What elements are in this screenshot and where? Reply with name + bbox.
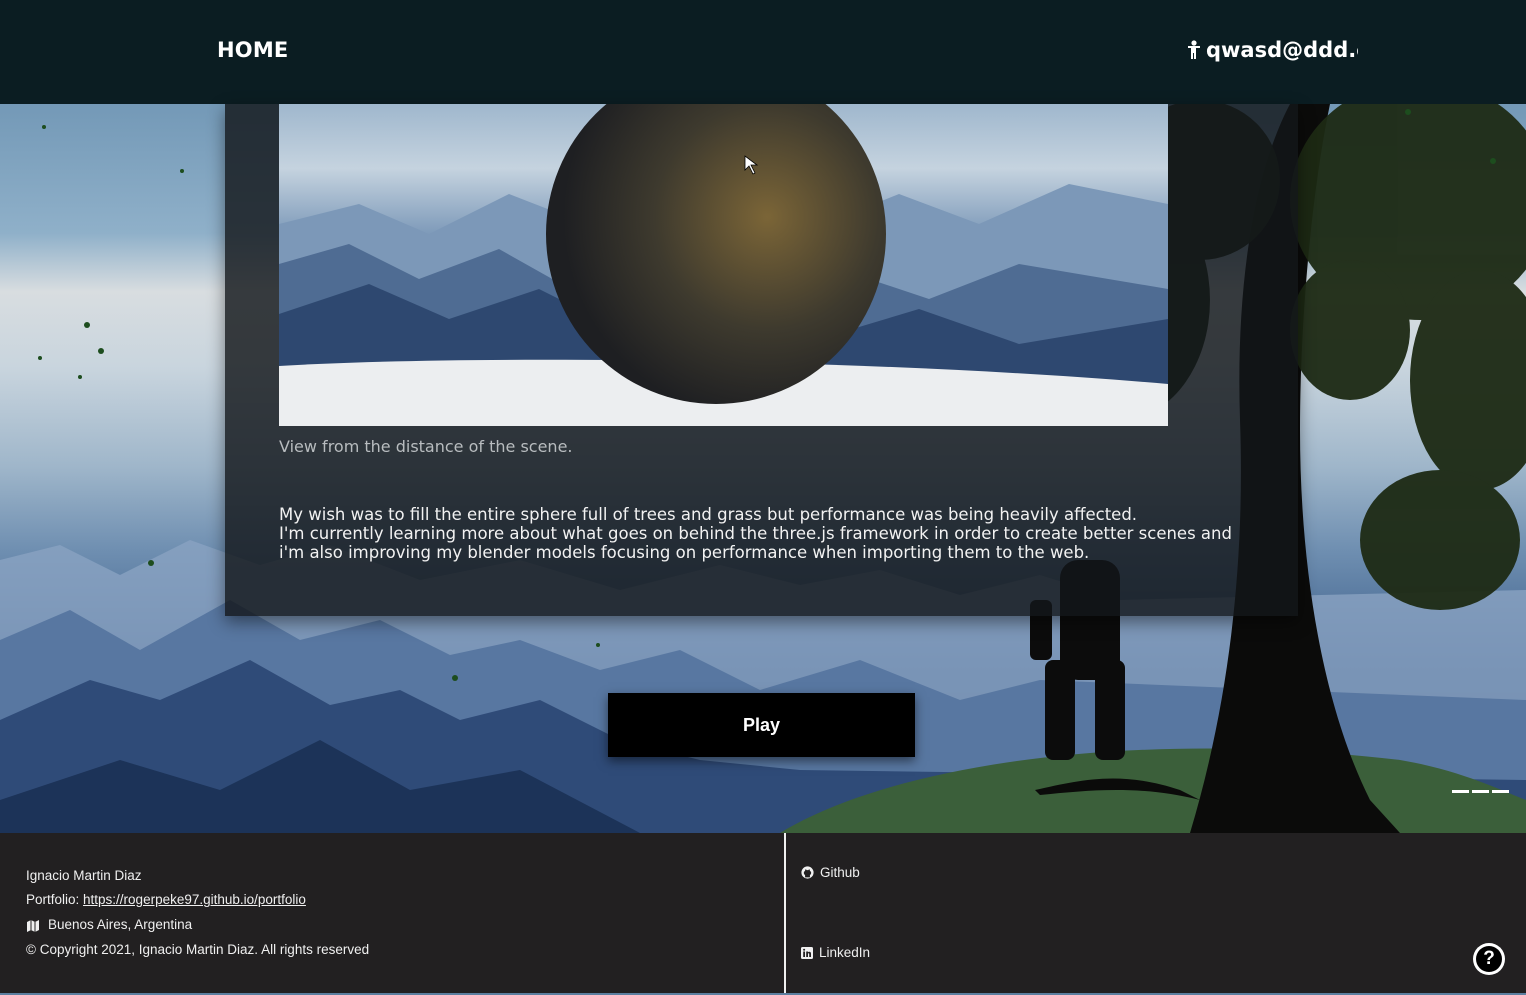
footer-portfolio: Portfolio: https://rogerpeke97.github.io… [26, 892, 306, 907]
user-email: qwasd@ddd.co [1206, 38, 1358, 62]
image-caption: View from the distance of the scene. [279, 437, 573, 456]
help-button[interactable]: ? [1473, 943, 1505, 975]
portfolio-link[interactable]: https://rogerpeke97.github.io/portfolio [83, 892, 306, 907]
linkedin-icon [801, 946, 813, 959]
user-icon [1188, 40, 1200, 59]
article-paragraph-1: My wish was to fill the entire sphere fu… [279, 505, 1138, 524]
footer-copyright: © Copyright 2021, Ignacio Martin Diaz. A… [26, 942, 370, 957]
linkedin-link[interactable]: LinkedIn [801, 945, 870, 960]
github-icon [801, 866, 814, 879]
footer-divider [784, 833, 786, 995]
article-paragraph-2: I'm currently learning more about what g… [279, 524, 1232, 562]
top-nav-bar: HOME qwasd@ddd.co [0, 0, 1526, 104]
article-card: View from the distance of the scene. My … [225, 104, 1298, 616]
portfolio-label: Portfolio: [26, 892, 84, 907]
preview-illustration [279, 104, 1168, 426]
location-text: Buenos Aires, Argentina [48, 917, 193, 932]
map-icon [27, 919, 39, 932]
user-account[interactable]: qwasd@ddd.co [1186, 38, 1358, 62]
carousel-dot[interactable] [1472, 790, 1489, 793]
github-link[interactable]: Github [801, 865, 860, 880]
play-button[interactable]: Play [608, 693, 915, 757]
article-body: My wish was to fill the entire sphere fu… [279, 505, 1239, 562]
footer: Ignacio Martin Diaz Portfolio: https://r… [0, 833, 1526, 995]
carousel-dot[interactable] [1492, 790, 1509, 793]
scene-preview-image [279, 104, 1168, 426]
nav-home-link[interactable]: HOME [217, 38, 288, 62]
carousel-indicator[interactable] [1452, 790, 1512, 796]
help-icon: ? [1476, 946, 1502, 972]
linkedin-label: LinkedIn [819, 945, 871, 960]
footer-location: Buenos Aires, Argentina [26, 917, 192, 932]
carousel-dot[interactable] [1452, 790, 1469, 793]
footer-author: Ignacio Martin Diaz [26, 868, 142, 883]
github-label: Github [820, 865, 860, 880]
